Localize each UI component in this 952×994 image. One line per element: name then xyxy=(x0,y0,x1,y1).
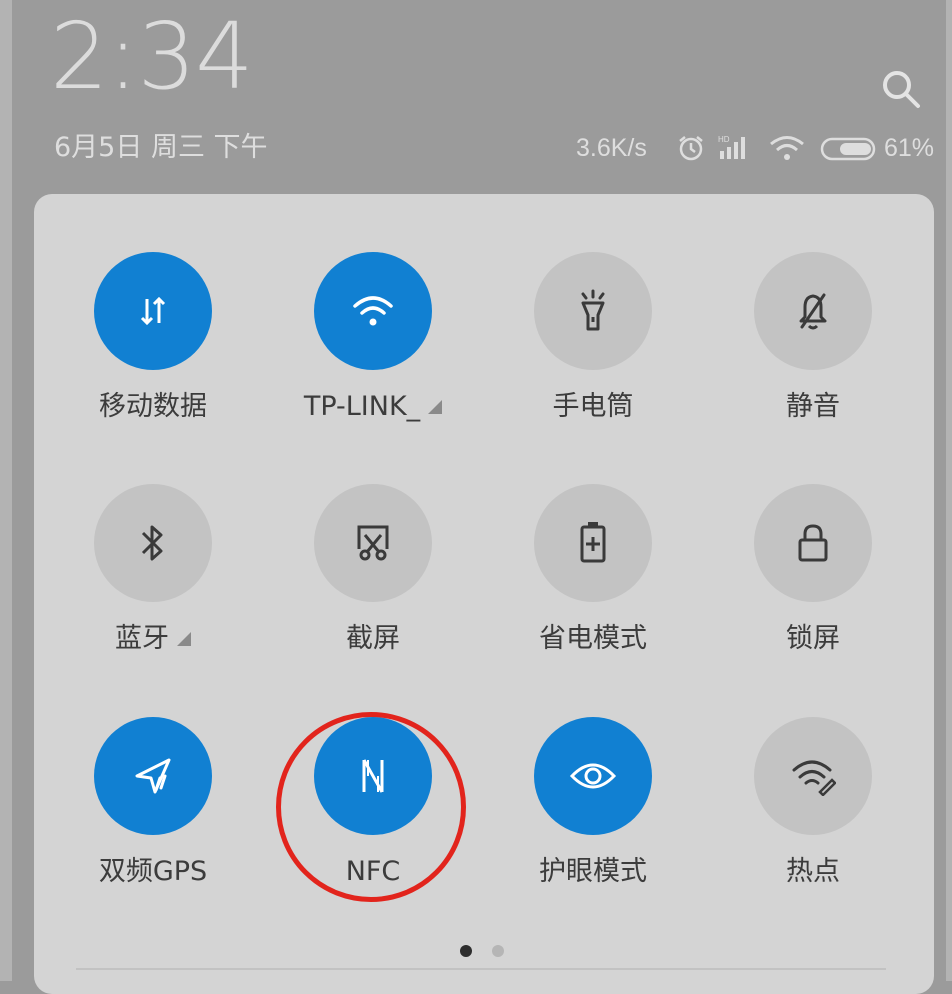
page-indicator[interactable] xyxy=(460,945,504,957)
tile-hotspot[interactable]: 热点 xyxy=(713,717,913,917)
battery-percent: 61% xyxy=(884,134,935,162)
page-dot[interactable] xyxy=(492,945,504,957)
page-dot-active[interactable] xyxy=(460,945,472,957)
wifi-icon xyxy=(314,252,432,370)
network-speed: 3.6K/s xyxy=(576,134,647,162)
tile-label: 移动数据 xyxy=(99,391,207,422)
mute-bell-icon xyxy=(754,252,872,370)
clock: 2:34 xyxy=(50,3,254,110)
tile-wifi[interactable]: TP-LINK_ xyxy=(273,252,473,452)
alarm-icon xyxy=(676,130,706,166)
svg-text:HD: HD xyxy=(718,135,730,144)
tile-nfc[interactable]: NFC xyxy=(273,717,473,917)
tile-label: 截屏 xyxy=(346,623,400,654)
battery-icon xyxy=(820,130,880,166)
eye-care-icon xyxy=(534,717,652,835)
tile-bluetooth[interactable]: 蓝牙 xyxy=(53,484,253,684)
tile-mobile-data[interactable]: 移动数据 xyxy=(53,252,253,452)
tile-label: 热点 xyxy=(786,856,840,887)
tile-label: 锁屏 xyxy=(786,623,840,654)
tile-label: NFC xyxy=(345,856,401,887)
tile-gps[interactable]: 双频GPS xyxy=(53,717,253,917)
tile-label: 蓝牙 xyxy=(53,621,253,657)
expand-arrow-icon[interactable] xyxy=(428,400,443,414)
battery-saver-icon xyxy=(534,484,652,602)
wifi-status-icon xyxy=(768,130,806,166)
left-edge xyxy=(0,0,12,981)
tile-label: 手电筒 xyxy=(552,391,634,422)
mobile-data-icon xyxy=(94,252,212,370)
tile-screenshot[interactable]: 截屏 xyxy=(273,484,473,684)
hotspot-icon xyxy=(754,717,872,835)
search-icon[interactable] xyxy=(878,66,924,112)
tile-flashlight[interactable]: 手电筒 xyxy=(493,252,693,452)
signal-icon: HD xyxy=(716,130,750,166)
expand-arrow-icon[interactable] xyxy=(177,632,191,646)
screenshot-icon xyxy=(314,484,432,602)
tile-label: 护眼模式 xyxy=(539,856,647,887)
tile-eye-care[interactable]: 护眼模式 xyxy=(493,717,693,917)
tile-lock-screen[interactable]: 锁屏 xyxy=(713,484,913,684)
tile-label: 省电模式 xyxy=(539,623,647,654)
tile-label: 双频GPS xyxy=(98,856,208,887)
nfc-icon xyxy=(314,717,432,835)
gps-icon xyxy=(94,717,212,835)
date-label: 6月5日 周三 下午 xyxy=(54,132,268,163)
tile-label: 静音 xyxy=(786,391,840,422)
flashlight-icon xyxy=(534,252,652,370)
divider xyxy=(76,968,886,970)
lock-icon xyxy=(754,484,872,602)
right-edge xyxy=(946,0,952,981)
bluetooth-icon xyxy=(94,484,212,602)
tile-mute[interactable]: 静音 xyxy=(713,252,913,452)
tile-battery-saver[interactable]: 省电模式 xyxy=(493,484,693,684)
tile-label: TP-LINK_ xyxy=(273,389,473,425)
